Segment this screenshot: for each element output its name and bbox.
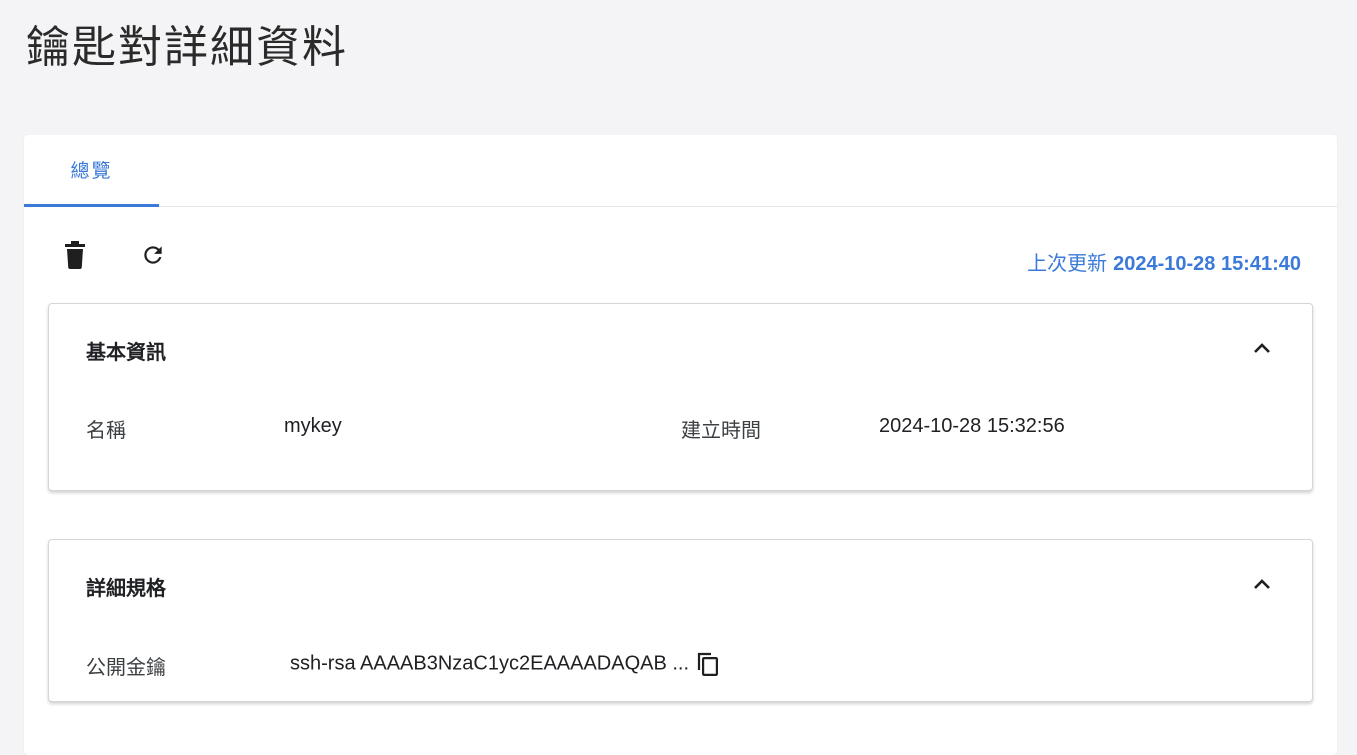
basic-info-collapse-button[interactable] (1248, 334, 1276, 362)
copy-icon (697, 652, 719, 676)
public-key-value: ssh-rsa AAAAB3NzaC1yc2EAAAADAQAB ... (290, 652, 690, 675)
name-label: 名稱 (86, 418, 126, 442)
spec-collapse-button[interactable] (1248, 570, 1276, 598)
last-updated-timestamp: 2024-10-28 15:41:40 (1113, 253, 1301, 275)
basic-info-panel: 基本資訊 名稱 mykey 建立時間 2024-10-28 15:32:56 (48, 303, 1313, 491)
delete-button[interactable] (55, 235, 95, 275)
spec-title: 詳細規格 (86, 576, 166, 600)
tab-bar: 總覽 (24, 135, 1337, 207)
created-value: 2024-10-28 15:32:56 (879, 415, 1065, 437)
detail-card: 總覽 上次更新 2024-10-28 15:41:40 基本資訊 名稱 myke… (24, 135, 1337, 755)
refresh-icon (140, 242, 166, 268)
trash-icon (64, 241, 86, 269)
name-value: mykey (284, 415, 342, 437)
chevron-up-icon (1253, 342, 1271, 354)
tab-overview[interactable]: 總覽 (24, 135, 159, 207)
created-label: 建立時間 (681, 418, 761, 442)
chevron-up-icon (1253, 578, 1271, 590)
copy-button[interactable] (697, 652, 719, 676)
page-title: 鑰匙對詳細資料 (26, 22, 348, 73)
spec-panel: 詳細規格 公開金鑰 ssh-rsa AAAAB3NzaC1yc2EAAAADAQ… (48, 539, 1313, 702)
public-key-row: ssh-rsa AAAAB3NzaC1yc2EAAAADAQAB ... (290, 652, 719, 676)
last-updated-label: 上次更新 (1027, 251, 1108, 275)
public-key-label: 公開金鑰 (86, 655, 166, 679)
last-updated: 上次更新 2024-10-28 15:41:40 (1027, 247, 1301, 276)
refresh-button[interactable] (133, 235, 173, 275)
basic-info-title: 基本資訊 (86, 340, 166, 364)
